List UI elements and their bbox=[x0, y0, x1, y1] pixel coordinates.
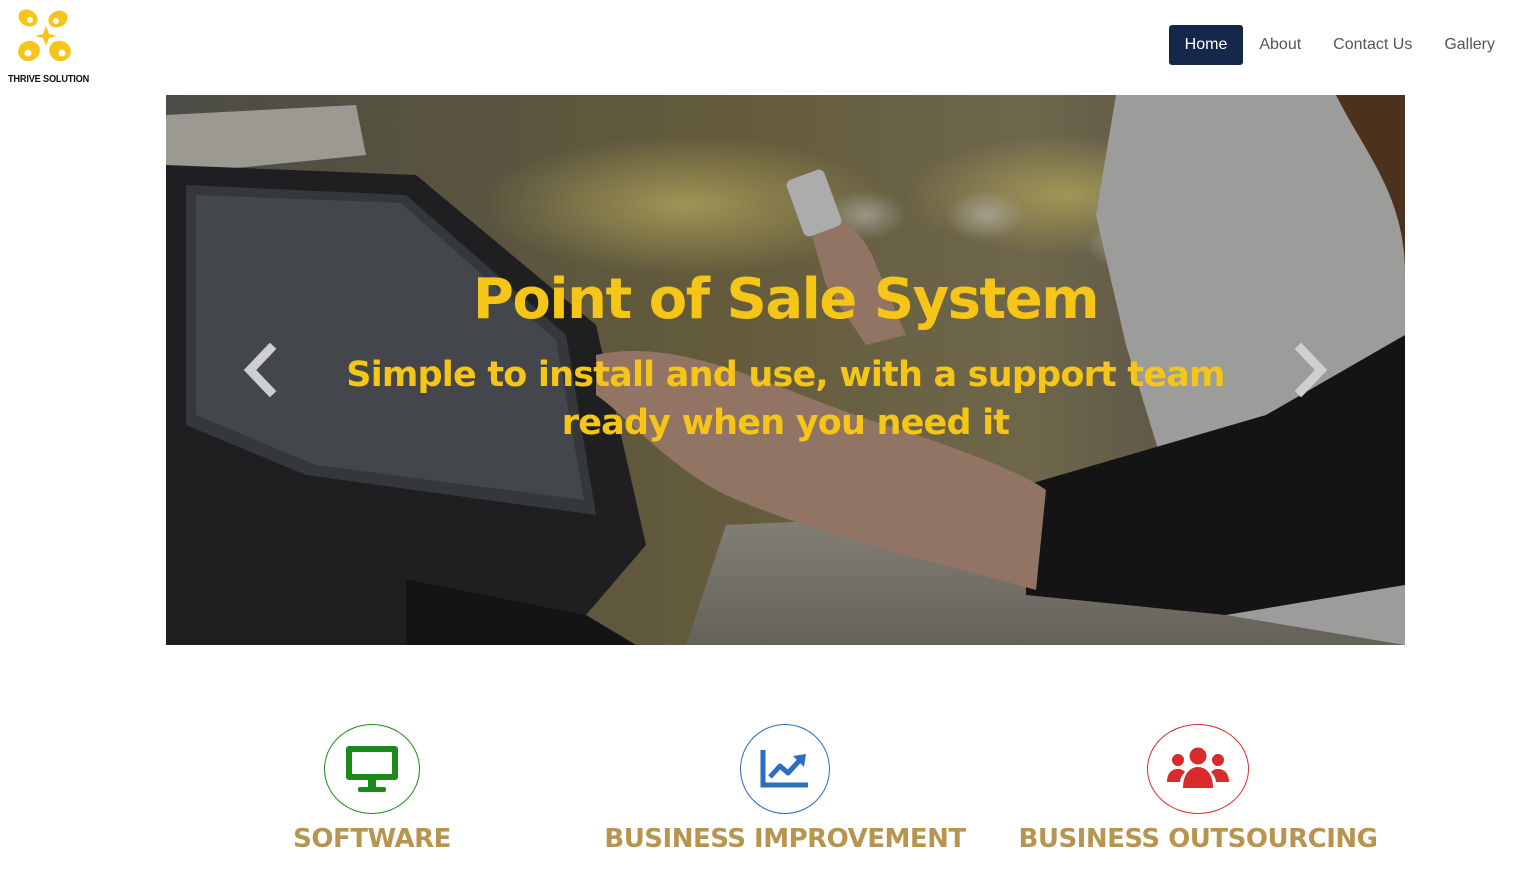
feature-title-business-improvement: BUSINESS IMPROVEMENT bbox=[604, 824, 966, 854]
features-section: SOFTWARE BUSINESS IMPROVEMENT BUSINESS O… bbox=[0, 724, 1524, 879]
main-nav: Home About Contact Us Gallery bbox=[1168, 25, 1511, 65]
chart-line-icon bbox=[760, 750, 808, 788]
nav-home[interactable]: Home bbox=[1168, 25, 1244, 65]
monitor-icon bbox=[346, 746, 398, 792]
chevron-left-icon bbox=[243, 342, 277, 398]
feature-icon-circle bbox=[740, 724, 830, 814]
users-icon bbox=[1167, 747, 1229, 788]
nav-about[interactable]: About bbox=[1243, 25, 1317, 65]
carousel-next-button[interactable] bbox=[1291, 342, 1331, 398]
feature-title-software: SOFTWARE bbox=[293, 824, 451, 854]
chevron-right-icon bbox=[1294, 342, 1328, 398]
brand-logo[interactable]: THRIVE SOLUTION bbox=[6, 6, 92, 88]
hero-subtitle: Simple to install and use, with a suppor… bbox=[346, 355, 1225, 443]
site-header: THRIVE SOLUTION Home About Contact Us Ga… bbox=[0, 0, 1524, 95]
logo-icon bbox=[18, 9, 71, 62]
feature-icon-circle bbox=[1147, 724, 1249, 814]
hero-title: Point of Sale System bbox=[472, 267, 1100, 332]
carousel-prev-button[interactable] bbox=[240, 342, 280, 398]
feature-software[interactable]: SOFTWARE bbox=[172, 724, 572, 854]
feature-title-business-outsourcing: BUSINESS OUTSOURCING bbox=[1018, 824, 1378, 854]
feature-icon-circle bbox=[324, 724, 420, 814]
nav-gallery[interactable]: Gallery bbox=[1428, 25, 1511, 65]
hero-carousel: Point of Sale System Simple to install a… bbox=[166, 95, 1405, 645]
nav-contact-us[interactable]: Contact Us bbox=[1317, 25, 1428, 65]
feature-business-improvement[interactable]: BUSINESS IMPROVEMENT bbox=[585, 724, 985, 854]
feature-business-outsourcing[interactable]: BUSINESS OUTSOURCING bbox=[998, 724, 1398, 854]
brand-name: THRIVE SOLUTION bbox=[8, 74, 90, 85]
